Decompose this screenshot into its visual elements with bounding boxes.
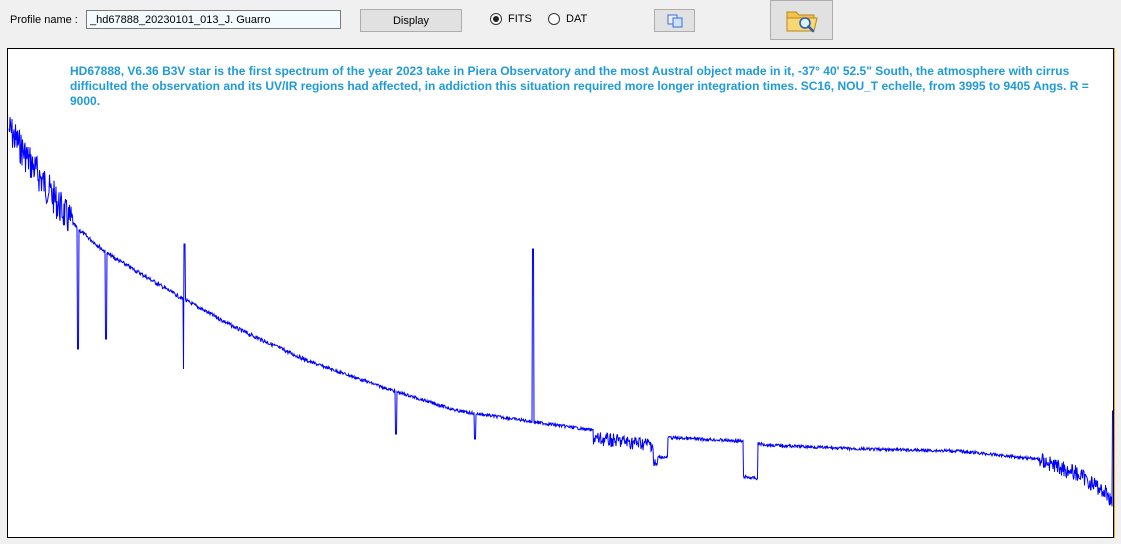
dat-radio[interactable]: DAT [548, 13, 587, 25]
plot-right-edge [1114, 48, 1115, 538]
fits-radio-circle [490, 13, 502, 25]
spectrum-line [8, 117, 1113, 507]
copy-icon [667, 14, 682, 27]
profile-name-input[interactable] [86, 10, 341, 29]
fits-radio[interactable]: FITS [490, 13, 532, 25]
open-file-button[interactable] [770, 0, 833, 40]
toolbar: Profile name : Display FITS DAT [0, 0, 1121, 44]
copy-button[interactable] [654, 9, 695, 32]
display-button[interactable]: Display [360, 9, 462, 32]
dat-radio-label: DAT [566, 13, 588, 25]
folder-search-icon [786, 11, 818, 33]
spectrum-annotation: HD67888, V6.36 B3V star is the first spe… [70, 64, 1089, 108]
fits-radio-label: FITS [508, 13, 532, 25]
spectrum-plot[interactable]: HD67888, V6.36 B3V star is the first spe… [7, 48, 1114, 538]
dat-radio-circle [548, 13, 560, 25]
profile-name-label: Profile name : [10, 14, 78, 26]
